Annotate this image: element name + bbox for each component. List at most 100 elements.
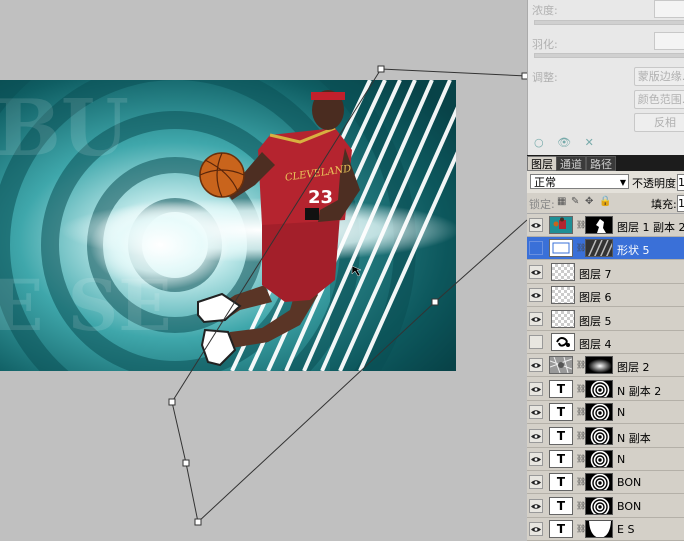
layer-row[interactable]: ⛓ 图层 2 xyxy=(527,354,684,377)
density-slider[interactable] xyxy=(534,20,684,25)
color-range-button[interactable]: 颜色范围... xyxy=(634,90,684,109)
layer-row[interactable]: ⛓ 图层 1 副本 2 xyxy=(527,214,684,237)
document-canvas[interactable]: BU E SE CLEVELAND 23 xyxy=(0,0,527,537)
visibility-eye-icon[interactable] xyxy=(529,429,543,443)
layer-row[interactable]: T ⛓ N xyxy=(527,401,684,424)
feather-slider[interactable] xyxy=(534,53,684,58)
fill-field[interactable]: 1 xyxy=(677,195,684,212)
layer-thumbnail xyxy=(549,356,573,374)
layer-row[interactable]: 图层 5 xyxy=(527,308,684,331)
lock-transparency-icon[interactable]: ▦ xyxy=(557,196,566,207)
layer-name: N 副本 xyxy=(617,432,651,445)
visibility-eye-icon[interactable] xyxy=(529,241,543,255)
density-label: 浓度: xyxy=(532,4,558,17)
visibility-eye-icon[interactable] xyxy=(529,382,543,396)
layer-thumbnail xyxy=(551,263,575,281)
visibility-eye-icon[interactable] xyxy=(529,358,543,372)
layer-thumbnail: T xyxy=(549,380,573,398)
adjust-label: 调整: xyxy=(532,71,558,84)
layer-thumbnail: T xyxy=(549,473,573,491)
masks-panel: 浓度: 羽化: 调整: 蒙版边缘... 颜色范围... 反相 ○ 👁 ✕ xyxy=(527,0,684,155)
layer-row[interactable]: T ⛓ N xyxy=(527,448,684,471)
chevron-down-icon: ▼ xyxy=(619,178,626,187)
layer-name: BON xyxy=(617,500,642,513)
layer-mask-thumbnail[interactable] xyxy=(585,520,613,538)
layer-row[interactable]: T ⛓ BON xyxy=(527,471,684,494)
visibility-eye-icon[interactable] xyxy=(529,288,543,302)
visibility-eye-icon[interactable] xyxy=(529,265,543,279)
chain-link-icon[interactable]: ⛓ xyxy=(576,360,586,370)
layer-row[interactable]: T ⛓ N 副本 2 xyxy=(527,378,684,401)
layer-thumbnail xyxy=(551,286,575,304)
lock-row: 锁定: ▦ ✎ ✥ 🔒 填充: 1 xyxy=(527,193,684,214)
feather-label: 羽化: xyxy=(532,38,558,51)
tab-layers[interactable]: 图层 xyxy=(527,156,557,171)
layer-thumbnail: T xyxy=(549,520,573,538)
layer-mask-thumbnail[interactable] xyxy=(585,427,613,445)
blend-mode-value: 正常 xyxy=(534,176,556,189)
visibility-eye-icon[interactable] xyxy=(529,218,543,232)
density-field[interactable] xyxy=(654,0,684,18)
chain-link-icon[interactable]: ⛓ xyxy=(576,524,586,534)
chain-link-icon[interactable]: ⛓ xyxy=(576,477,586,487)
layer-mask-thumbnail[interactable] xyxy=(585,356,613,374)
layer-mask-thumbnail[interactable] xyxy=(585,403,613,421)
chain-link-icon[interactable]: ⛓ xyxy=(576,220,586,230)
layer-mask-thumbnail[interactable] xyxy=(585,473,613,491)
opacity-label: 不透明度: xyxy=(632,177,680,190)
apply-mask-icon[interactable]: 👁 xyxy=(557,136,571,149)
layer-thumbnail xyxy=(551,310,575,328)
layer-mask-thumbnail[interactable] xyxy=(585,497,613,515)
layer-name: E S xyxy=(617,523,635,536)
lock-pixels-icon[interactable]: ✎ xyxy=(571,196,579,207)
lock-all-icon[interactable]: 🔒 xyxy=(599,196,611,207)
lock-label: 锁定: xyxy=(529,198,555,211)
layer-name: 形状 5 xyxy=(617,244,650,257)
feather-field[interactable] xyxy=(654,32,684,50)
visibility-eye-icon[interactable] xyxy=(529,475,543,489)
right-panel: 浓度: 羽化: 调整: 蒙版边缘... 颜色范围... 反相 ○ 👁 ✕ 图层 … xyxy=(527,0,684,541)
mask-panel-icons: ○ 👁 ✕ xyxy=(534,136,614,150)
fill-label: 填充: xyxy=(651,198,677,211)
layer-row[interactable]: T ⛓ BON xyxy=(527,495,684,518)
chain-link-icon[interactable]: ⛓ xyxy=(576,454,586,464)
chain-link-icon[interactable]: ⛓ xyxy=(576,384,586,394)
visibility-eye-icon[interactable] xyxy=(529,335,543,349)
layer-name: N xyxy=(617,453,626,466)
opacity-field[interactable]: 1 xyxy=(677,174,684,191)
path-outline xyxy=(168,65,527,526)
invert-button[interactable]: 反相 xyxy=(634,113,684,132)
layer-thumbnail: T xyxy=(549,403,573,421)
layer-row[interactable]: 图层 6 xyxy=(527,284,684,307)
visibility-eye-icon[interactable] xyxy=(529,312,543,326)
load-selection-icon[interactable]: ○ xyxy=(534,136,544,149)
blend-mode-select[interactable]: 正常 ▼ xyxy=(530,174,629,189)
visibility-eye-icon[interactable] xyxy=(529,522,543,536)
layer-mask-thumbnail[interactable] xyxy=(585,239,613,257)
layer-thumbnail xyxy=(551,333,575,351)
layer-mask-thumbnail[interactable] xyxy=(585,450,613,468)
chain-link-icon[interactable]: ⛓ xyxy=(576,431,586,441)
layer-row[interactable]: T ⛓ N 副本 xyxy=(527,425,684,448)
layer-mask-thumbnail[interactable] xyxy=(585,380,613,398)
chain-link-icon[interactable]: ⛓ xyxy=(576,407,586,417)
layer-thumbnail xyxy=(549,216,573,234)
layer-thumbnail: T xyxy=(549,497,573,515)
tab-paths[interactable]: 路径 xyxy=(586,156,616,171)
tab-channels[interactable]: 通道 xyxy=(556,156,586,171)
visibility-eye-icon[interactable] xyxy=(529,405,543,419)
lock-position-icon[interactable]: ✥ xyxy=(585,196,593,207)
layer-row[interactable]: 图层 7 xyxy=(527,261,684,284)
layer-name: 图层 1 副本 2 xyxy=(617,221,684,234)
chain-link-icon[interactable]: ⛓ xyxy=(576,501,586,511)
chain-link-icon[interactable]: ⛓ xyxy=(576,243,586,253)
layer-mask-thumbnail[interactable] xyxy=(585,216,613,234)
disable-mask-icon[interactable]: ✕ xyxy=(585,136,594,149)
layer-row[interactable]: T ⛓ E S xyxy=(527,518,684,541)
visibility-eye-icon[interactable] xyxy=(529,499,543,513)
layer-name: 图层 6 xyxy=(579,291,612,304)
visibility-eye-icon[interactable] xyxy=(529,452,543,466)
layer-row[interactable]: ⛓ 形状 5 xyxy=(527,237,684,260)
mask-edge-button[interactable]: 蒙版边缘... xyxy=(634,67,684,86)
layer-row[interactable]: 图层 4 xyxy=(527,331,684,354)
